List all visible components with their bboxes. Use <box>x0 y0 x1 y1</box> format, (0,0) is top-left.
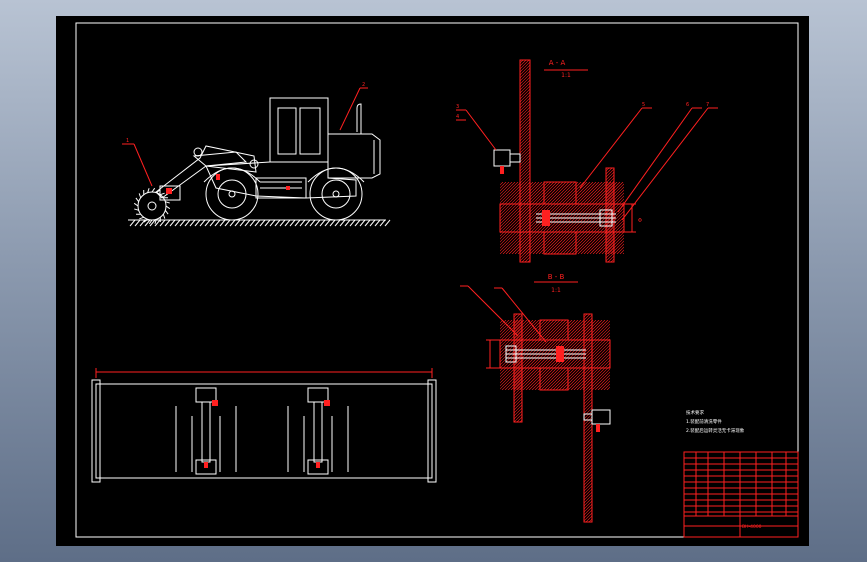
drawing-canvas: 1 2 A - A 1:1 Φ 3 4 5 6 7 B - B 1:1 技术要求… <box>75 22 799 538</box>
technical-notes: 技术要求 1.装配前清洗零件 2.装配后运转灵活无卡滞现象 <box>686 409 745 434</box>
notes-heading: 技术要求 <box>686 409 704 416</box>
section-bb-scale: 1:1 <box>551 287 561 294</box>
engine-hood <box>327 133 381 179</box>
saw-blade <box>133 187 171 225</box>
leader-label-4: 4 <box>456 114 459 120</box>
front-wheel <box>205 167 259 221</box>
notes-line-1: 1.装配前清洗零件 <box>686 418 722 425</box>
front-frame <box>95 383 433 479</box>
leader-label-1: 1 <box>126 138 129 144</box>
leader-label-7: 7 <box>706 102 709 108</box>
leader-label-5: 5 <box>642 102 645 108</box>
leader-label-3: 3 <box>456 104 459 110</box>
blade-unit-left <box>175 387 237 475</box>
section-bb-title: B - B <box>548 273 565 281</box>
front-view <box>91 368 437 483</box>
rear-wheel <box>309 167 363 221</box>
section-aa-title: A - A <box>549 59 566 67</box>
leader-label-2: 2 <box>362 82 365 88</box>
section-aa-scale: 1:1 <box>561 72 571 79</box>
section-b-b-view: B - B 1:1 <box>460 273 611 523</box>
drawing-border <box>75 22 799 538</box>
leader-label-6: 6 <box>686 102 689 108</box>
drawing-sheet[interactable]: 1 2 A - A 1:1 Φ 3 4 5 6 7 B - B 1:1 技术要求… <box>56 16 809 546</box>
cad-viewport[interactable]: 1 2 A - A 1:1 Φ 3 4 5 6 7 B - B 1:1 技术要求… <box>0 0 867 562</box>
drawing-number: BH-4000 <box>742 524 762 530</box>
loader-side-view: 1 2 <box>122 82 391 227</box>
blade-unit-right <box>287 387 349 475</box>
title-block: BH-4000 <box>683 451 799 538</box>
notes-line-2: 2.装配后运转灵活无卡滞现象 <box>686 427 745 434</box>
dim-aa: Φ <box>638 218 642 224</box>
